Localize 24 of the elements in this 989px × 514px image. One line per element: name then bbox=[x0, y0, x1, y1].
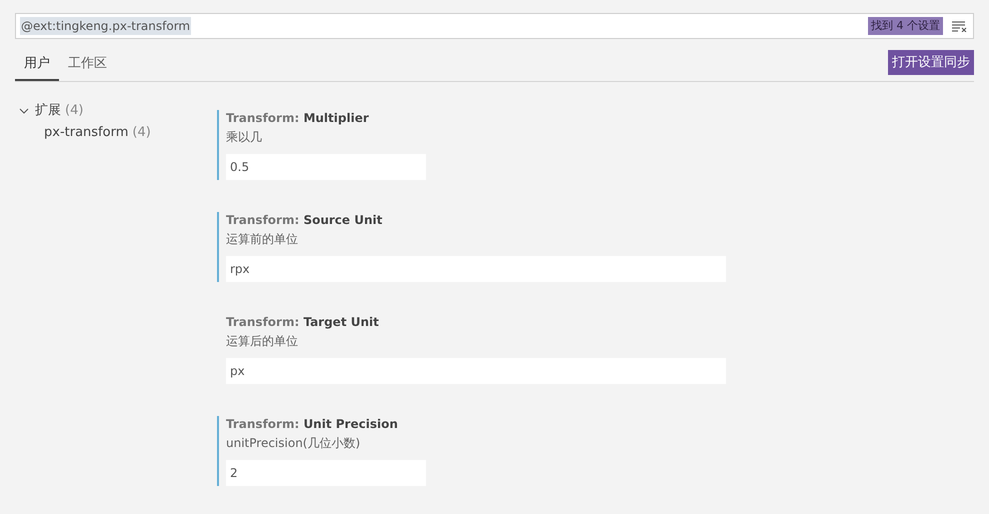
result-count-badge: 找到 4 个设置 bbox=[868, 16, 943, 36]
tree-item-label[interactable]: 扩展 bbox=[35, 101, 61, 121]
tree-item-count: (4) bbox=[65, 102, 84, 120]
setting-input[interactable]: 2 bbox=[226, 460, 426, 486]
setting-input[interactable]: px bbox=[226, 358, 726, 384]
settings-tab[interactable]: 工作区 bbox=[59, 54, 116, 81]
clear-filter-icon[interactable] bbox=[951, 20, 967, 32]
setting-input[interactable]: rpx bbox=[226, 256, 726, 282]
tree-item-label[interactable]: px-transform bbox=[44, 123, 128, 143]
sync-settings-button[interactable]: 打开设置同步 bbox=[888, 50, 974, 75]
setting-title: Transform: Multiplier bbox=[226, 110, 370, 126]
setting-description: 运算前的单位 bbox=[226, 231, 299, 247]
setting-title: Transform: Source Unit bbox=[226, 212, 384, 228]
chevron-icon[interactable] bbox=[19, 106, 29, 116]
setting-input[interactable]: 0.5 bbox=[226, 154, 426, 180]
search-field[interactable]: @ext:tingkeng.px-transform 找到 4 个设置 bbox=[15, 13, 974, 39]
setting-title: Transform: Target Unit bbox=[226, 314, 380, 330]
settings-tab[interactable]: 用户 bbox=[15, 54, 59, 81]
setting-title: Transform: Unit Precision bbox=[226, 416, 399, 432]
search-query: @ext:tingkeng.px-transform bbox=[20, 17, 192, 35]
tree-item-count: (4) bbox=[132, 124, 151, 142]
setting-description: 乘以几 bbox=[226, 129, 263, 145]
setting-description: unitPrecision(几位小数) bbox=[226, 435, 362, 451]
setting-description: 运算后的单位 bbox=[226, 333, 299, 349]
